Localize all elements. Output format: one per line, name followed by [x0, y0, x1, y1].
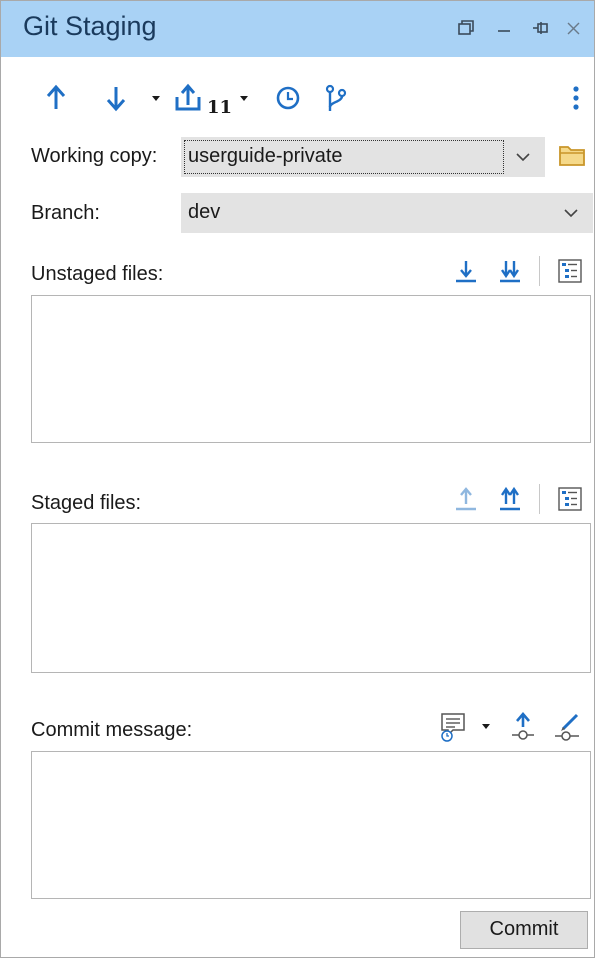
more-icon[interactable]	[559, 81, 593, 115]
stash-count: 11	[207, 97, 233, 118]
chevron-down-icon	[516, 153, 530, 162]
stash-dropdown-arrow-icon[interactable]	[239, 95, 249, 103]
stage-all-icon[interactable]	[497, 258, 523, 284]
folder-icon[interactable]	[557, 141, 587, 169]
minimize-icon[interactable]	[491, 15, 517, 41]
working-copy-label: Working copy:	[31, 145, 158, 167]
amend-commit-icon[interactable]	[553, 711, 583, 743]
working-copy-value: userguide-private	[188, 145, 343, 167]
stage-selected-icon[interactable]	[453, 258, 479, 284]
pull-icon[interactable]	[99, 81, 133, 115]
branch-label: Branch:	[31, 202, 100, 224]
previous-messages-icon[interactable]	[439, 711, 469, 743]
commit-message-input[interactable]	[31, 751, 591, 899]
staged-files-list[interactable]	[31, 523, 591, 673]
commit-message-label: Commit message:	[31, 719, 193, 741]
toolbar-separator	[539, 484, 540, 514]
unstaged-files-list[interactable]	[31, 295, 591, 443]
branch-select[interactable]: dev	[181, 193, 593, 233]
staged-files-label: Staged files:	[31, 492, 142, 514]
pull-dropdown-arrow-icon[interactable]	[151, 95, 161, 103]
restore-icon[interactable]	[453, 15, 479, 41]
pin-icon[interactable]	[528, 15, 554, 41]
history-icon[interactable]	[271, 81, 305, 115]
commit-button[interactable]: Commit	[460, 911, 588, 949]
push-icon[interactable]	[39, 81, 73, 115]
messages-dropdown-arrow-icon[interactable]	[481, 723, 491, 731]
branch-value: dev	[188, 201, 221, 223]
unstaged-files-label: Unstaged files:	[31, 263, 164, 285]
chevron-down-icon	[564, 209, 578, 218]
title-bar: Git Staging	[1, 1, 594, 57]
working-copy-select[interactable]: userguide-private	[181, 137, 545, 177]
toolbar-separator	[539, 256, 540, 286]
git-staging-panel: Git Staging 11 Working copy: userguide-p…	[0, 0, 595, 958]
tree-view-icon[interactable]	[557, 258, 583, 284]
unstage-selected-icon[interactable]	[453, 486, 479, 512]
branch-icon[interactable]	[319, 81, 353, 115]
amend-push-icon[interactable]	[509, 711, 537, 743]
unstage-all-icon[interactable]	[497, 486, 523, 512]
panel-title: Git Staging	[23, 11, 157, 41]
close-icon[interactable]	[561, 15, 587, 41]
tree-view-icon[interactable]	[557, 486, 583, 512]
